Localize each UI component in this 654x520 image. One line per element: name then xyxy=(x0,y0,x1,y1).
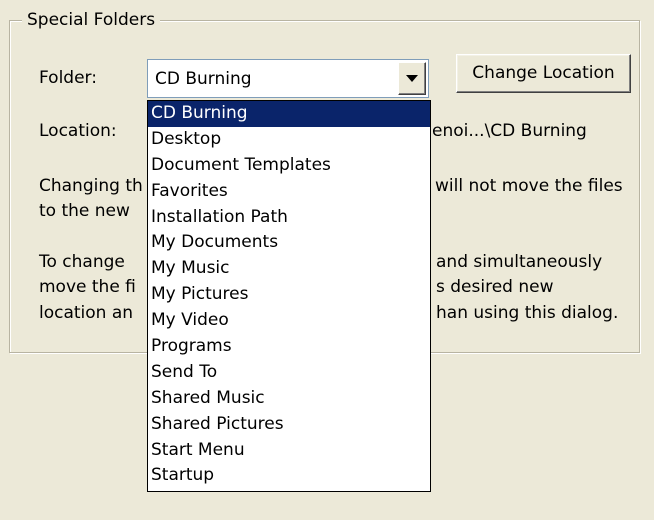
group-title: Special Folders xyxy=(22,8,161,32)
dropdown-option-shared-pictures[interactable]: Shared Pictures xyxy=(148,412,430,438)
dropdown-option-start-menu[interactable]: Start Menu xyxy=(148,438,430,464)
location-label: Location: xyxy=(39,121,117,141)
dropdown-option-my-pictures[interactable]: My Pictures xyxy=(148,282,430,308)
change-location-button[interactable]: Change Location xyxy=(456,54,631,93)
info-text-line: to the new xyxy=(39,201,130,221)
folder-dropdown-button[interactable] xyxy=(398,62,426,95)
info-text-line: will not move the files xyxy=(435,176,623,196)
info-text-line: move the fi xyxy=(39,277,136,297)
info-text-line: and simultaneously xyxy=(436,252,603,272)
folder-dropdown-list[interactable]: CD Burning Desktop Document Templates Fa… xyxy=(147,100,431,492)
folder-combobox[interactable]: CD Burning xyxy=(147,59,429,98)
info-text-line: To change xyxy=(39,252,125,272)
dropdown-option-shared-music[interactable]: Shared Music xyxy=(148,386,430,412)
dropdown-option-favorites[interactable]: Favorites xyxy=(148,179,430,205)
dropdown-option-my-documents[interactable]: My Documents xyxy=(148,230,430,256)
folder-combobox-value: CD Burning xyxy=(155,69,252,89)
dropdown-option-my-music[interactable]: My Music xyxy=(148,256,430,282)
dropdown-option-document-templates[interactable]: Document Templates xyxy=(148,153,430,179)
dropdown-option-programs[interactable]: Programs xyxy=(148,334,430,360)
chevron-down-icon xyxy=(406,75,418,82)
dropdown-option-my-video[interactable]: My Video xyxy=(148,308,430,334)
info-text-line: location an xyxy=(39,303,134,323)
info-text-line: Changing th xyxy=(39,176,143,196)
dropdown-option-cd-burning[interactable]: CD Burning xyxy=(148,101,430,127)
dropdown-option-send-to[interactable]: Send To xyxy=(148,360,430,386)
dropdown-option-startup[interactable]: Startup xyxy=(148,463,430,489)
location-value: enoi...\CD Burning xyxy=(432,121,587,141)
dropdown-option-desktop[interactable]: Desktop xyxy=(148,127,430,153)
info-text-line: s desired new xyxy=(436,277,554,297)
info-text-line: han using this dialog. xyxy=(436,303,619,323)
folder-label: Folder: xyxy=(39,68,97,88)
dropdown-option-installation-path[interactable]: Installation Path xyxy=(148,205,430,231)
